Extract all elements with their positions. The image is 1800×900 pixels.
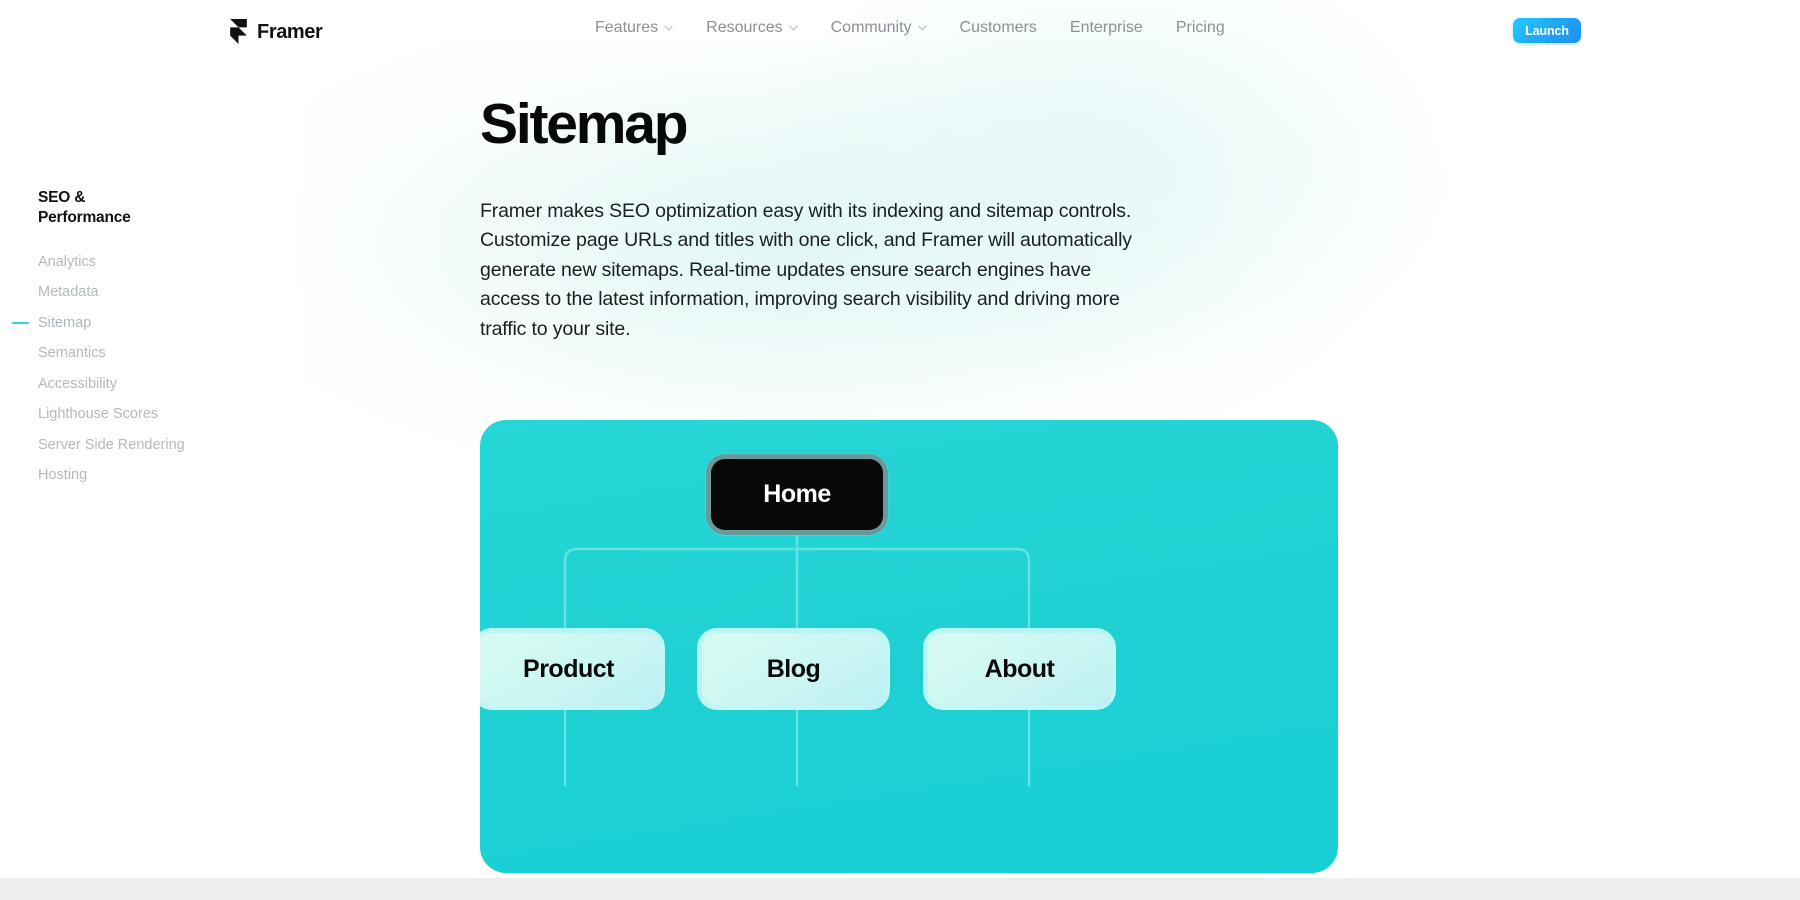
sitemap-node-about[interactable]: About bbox=[923, 628, 1116, 710]
sidebar-section-title: SEO & Performance bbox=[38, 189, 131, 226]
framer-logo-icon bbox=[230, 19, 247, 44]
brand-name: Framer bbox=[257, 20, 323, 43]
nav-item-pricing-label: Pricing bbox=[1175, 19, 1225, 36]
nav-item-features-label: Features bbox=[595, 19, 659, 36]
brand-logo-link[interactable]: Framer bbox=[230, 19, 323, 44]
sitemap-diagram-card: Home Product Blog About bbox=[480, 420, 1338, 873]
chevron-down-icon bbox=[917, 25, 927, 31]
sitemap-diagram: Home Product Blog About bbox=[480, 420, 1338, 873]
sidebar-item-accessibility[interactable]: Accessibility bbox=[38, 369, 248, 400]
sitemap-node-product[interactable]: Product bbox=[480, 628, 665, 710]
sidebar-item-semantics[interactable]: Semantics bbox=[38, 338, 248, 369]
sidebar-item-sitemap[interactable]: Sitemap bbox=[38, 308, 248, 339]
sitemap-node-home[interactable]: Home bbox=[706, 454, 888, 535]
nav-item-pricing[interactable]: Pricing bbox=[1176, 20, 1225, 36]
docs-sidebar: SEO & Performance Analytics Metadata Sit… bbox=[38, 188, 248, 491]
sitemap-node-product-label: Product bbox=[523, 654, 614, 683]
sidebar-item-server-side-rendering[interactable]: Server Side Rendering bbox=[38, 430, 248, 461]
primary-nav-links: Features Resources Community Customers E… bbox=[595, 20, 1225, 36]
chevron-down-icon bbox=[788, 25, 798, 31]
top-navigation-bar: Framer Features Resources Community Cust… bbox=[0, 0, 1800, 66]
nav-item-enterprise[interactable]: Enterprise bbox=[1070, 20, 1143, 36]
page-description: Framer makes SEO optimization easy with … bbox=[480, 200, 1132, 340]
sitemap-node-home-label: Home bbox=[763, 480, 831, 508]
nav-item-features[interactable]: Features bbox=[595, 20, 673, 36]
nav-item-customers[interactable]: Customers bbox=[960, 20, 1037, 36]
sitemap-node-blog[interactable]: Blog bbox=[697, 628, 890, 710]
sidebar-item-lighthouse-scores[interactable]: Lighthouse Scores bbox=[38, 399, 248, 430]
launch-button[interactable]: Launch bbox=[1513, 18, 1581, 43]
nav-item-enterprise-label: Enterprise bbox=[1069, 19, 1143, 36]
sitemap-node-about-label: About bbox=[984, 654, 1055, 683]
sitemap-node-blog-label: Blog bbox=[766, 654, 821, 683]
sidebar-item-metadata[interactable]: Metadata bbox=[38, 277, 248, 308]
sidebar-item-analytics[interactable]: Analytics bbox=[38, 247, 248, 278]
sidebar-item-hosting[interactable]: Hosting bbox=[38, 460, 248, 491]
nav-item-community[interactable]: Community bbox=[831, 20, 927, 36]
nav-item-customers-label: Customers bbox=[959, 19, 1037, 36]
page-bottom-strip bbox=[0, 878, 1800, 900]
chevron-down-icon bbox=[664, 25, 673, 31]
nav-item-community-label: Community bbox=[830, 19, 912, 36]
sitemap-children-row: Product Blog About bbox=[480, 420, 1338, 873]
page-title: Sitemap bbox=[480, 92, 689, 156]
nav-item-resources-label: Resources bbox=[706, 19, 783, 36]
page-bottom-strip-inner bbox=[480, 878, 1338, 900]
nav-item-resources[interactable]: Resources bbox=[706, 19, 798, 36]
